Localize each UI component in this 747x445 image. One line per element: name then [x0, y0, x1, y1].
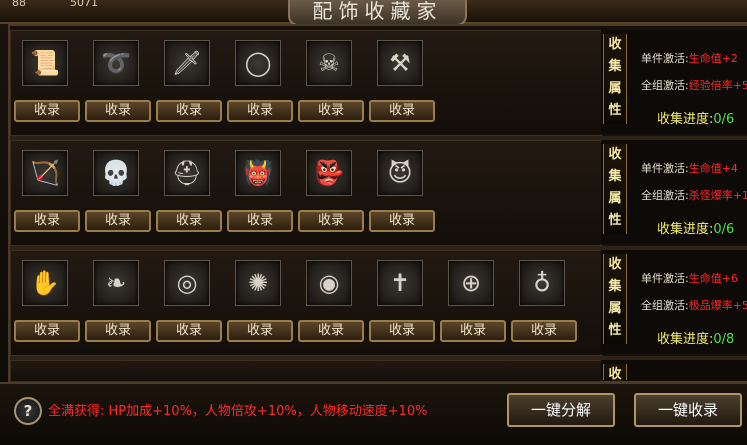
collect-button[interactable]: 收录 — [227, 210, 293, 232]
collection-window: 88 5071 配饰收藏家 📜 收录 ➰ 收录 🗡 收录 ◯ 收录 ☠ 收录 ⚒ 收录 收集属性 单件… — [0, 0, 747, 445]
group-activate-label: 全组激活: — [641, 189, 689, 202]
item-slot[interactable]: ◯ — [235, 40, 281, 86]
item-slot[interactable]: 💀 — [93, 150, 139, 196]
collect-button[interactable]: 收录 — [85, 320, 151, 342]
bracelet-icon: ➰ — [101, 49, 131, 77]
skull-icon: 💀 — [101, 159, 131, 187]
skull-necklace-icon: ☠ — [318, 49, 340, 77]
attr-vertical-label: 收集属性 — [603, 34, 627, 124]
compass-icon: ⊕ — [460, 269, 482, 297]
serpent-ring-icon: ◎ — [176, 269, 198, 297]
collect-button[interactable]: 收录 — [298, 210, 364, 232]
scroll-icon: 📜 — [30, 49, 60, 77]
axe-icon: ⚒ — [389, 49, 411, 77]
item-slot[interactable]: 👹 — [235, 150, 281, 196]
collection-row-4-partial — [10, 360, 602, 382]
footer-bar: ? 全满获得: HP加成+10%，人物倍攻+10%，人物移动速度+10% 一键分… — [0, 382, 747, 445]
item-slot[interactable]: 😈 — [377, 150, 423, 196]
collect-button[interactable]: 收录 — [440, 320, 506, 342]
collect-button[interactable]: 收录 — [156, 210, 222, 232]
progress-label: 收集进度: — [657, 112, 714, 127]
progress-label: 收集进度: — [657, 222, 714, 237]
stat-left-2: 5071 — [70, 0, 98, 9]
item-slot[interactable]: ◎ — [164, 260, 210, 306]
collect-button[interactable]: 收录 — [85, 100, 151, 122]
title-plate: 配饰收藏家 — [288, 0, 467, 26]
row-2-attributes: 收集属性 单件激活:生命值+4 全组激活:杀怪爆率+10% 收集进度:0/6 — [601, 140, 747, 244]
progress-value: 0/6 — [713, 112, 735, 127]
item-slot[interactable]: ☠ — [306, 40, 352, 86]
collect-button[interactable]: 收录 — [369, 320, 435, 342]
single-activate-value: 生命值+2 — [688, 52, 738, 65]
full-bonus-value: HP加成+10%，人物倍攻+10%，人物移动速度+10% — [108, 404, 428, 419]
item-slot[interactable]: ⛑ — [164, 150, 210, 196]
collect-button[interactable]: 收录 — [227, 320, 293, 342]
item-slot[interactable]: ➰ — [93, 40, 139, 86]
collect-button[interactable]: 收录 — [156, 320, 222, 342]
group-activate-value: 杀怪爆率+10% — [688, 189, 747, 202]
single-activate-label: 单件激活: — [641, 272, 689, 285]
item-slot[interactable]: 📜 — [22, 40, 68, 86]
amulet-icon: ♁ — [533, 269, 551, 297]
collect-button[interactable]: 收录 — [511, 320, 577, 342]
ring-icon: ◯ — [244, 49, 272, 77]
helm-icon: ⛑ — [171, 159, 203, 187]
collect-button[interactable]: 收录 — [227, 100, 293, 122]
progress-value: 0/8 — [713, 332, 735, 347]
row-4-attributes-partial: 收 — [601, 360, 747, 380]
collect-button[interactable]: 收录 — [85, 210, 151, 232]
page-title: 配饰收藏家 — [312, 0, 443, 23]
horned-helm-icon: 👹 — [243, 159, 273, 187]
demon-head-icon: 😈 — [387, 159, 413, 187]
bow-icon: 🏹 — [30, 159, 60, 187]
group-activate-label: 全组激活: — [641, 79, 689, 92]
stat-left-1: 88 — [12, 0, 26, 9]
collect-button[interactable]: 收录 — [14, 100, 80, 122]
full-bonus-label: 全满获得: — [48, 404, 105, 419]
item-slot[interactable]: 👺 — [306, 150, 352, 196]
collect-button[interactable]: 收录 — [14, 320, 80, 342]
collect-button[interactable]: 收录 — [156, 100, 222, 122]
glove-icon: ✋ — [30, 269, 60, 297]
claw-icon: ❧ — [105, 269, 127, 297]
flame-emblem-icon: ✺ — [247, 269, 269, 297]
single-activate-label: 单件激活: — [641, 162, 689, 175]
attr-vertical-label: 收 — [603, 364, 627, 380]
collect-button[interactable]: 收录 — [369, 100, 435, 122]
help-icon[interactable]: ? — [14, 397, 42, 425]
item-slot[interactable]: ✋ — [22, 260, 68, 306]
demon-mask-icon: 👺 — [314, 159, 344, 187]
attr-vertical-label: 收集属性 — [603, 254, 627, 344]
collect-all-button[interactable]: 一键收录 — [634, 393, 742, 427]
group-activate-label: 全组激活: — [641, 299, 689, 312]
item-slot[interactable]: ⚒ — [377, 40, 423, 86]
row-1-attributes: 收集属性 单件激活:生命值+2 全组激活:经验倍率+5% 收集进度:0/6 — [601, 30, 747, 134]
item-slot[interactable]: 🏹 — [22, 150, 68, 196]
row-3-attributes: 收集属性 单件激活:生命值+6 全组激活:极品爆率+5% 收集进度:0/8 — [601, 250, 747, 354]
single-activate-label: 单件激活: — [641, 52, 689, 65]
dagger-icon: 🗡 — [171, 49, 203, 77]
group-activate-value: 经验倍率+5% — [688, 79, 747, 92]
full-bonus-text: 全满获得: HP加成+10%，人物倍攻+10%，人物移动速度+10% — [48, 400, 428, 419]
orb-icon: ◉ — [318, 269, 340, 297]
collect-button[interactable]: 收录 — [298, 100, 364, 122]
collect-button[interactable]: 收录 — [298, 320, 364, 342]
single-activate-value: 生命值+6 — [688, 272, 738, 285]
item-slot[interactable]: ✺ — [235, 260, 281, 306]
item-slot[interactable]: 🗡 — [164, 40, 210, 86]
collect-button[interactable]: 收录 — [369, 210, 435, 232]
item-slot[interactable]: ⊕ — [448, 260, 494, 306]
item-slot[interactable]: ✝ — [377, 260, 423, 306]
progress-label: 收集进度: — [657, 332, 714, 347]
group-activate-value: 极品爆率+5% — [688, 299, 747, 312]
collect-button[interactable]: 收录 — [14, 210, 80, 232]
single-activate-value: 生命值+4 — [688, 162, 738, 175]
progress-value: 0/6 — [713, 222, 735, 237]
attr-vertical-label: 收集属性 — [603, 144, 627, 234]
item-slot[interactable]: ♁ — [519, 260, 565, 306]
item-slot[interactable]: ◉ — [306, 260, 352, 306]
cross-icon: ✝ — [389, 269, 411, 297]
decompose-all-button[interactable]: 一键分解 — [507, 393, 615, 427]
item-slot[interactable]: ❧ — [93, 260, 139, 306]
